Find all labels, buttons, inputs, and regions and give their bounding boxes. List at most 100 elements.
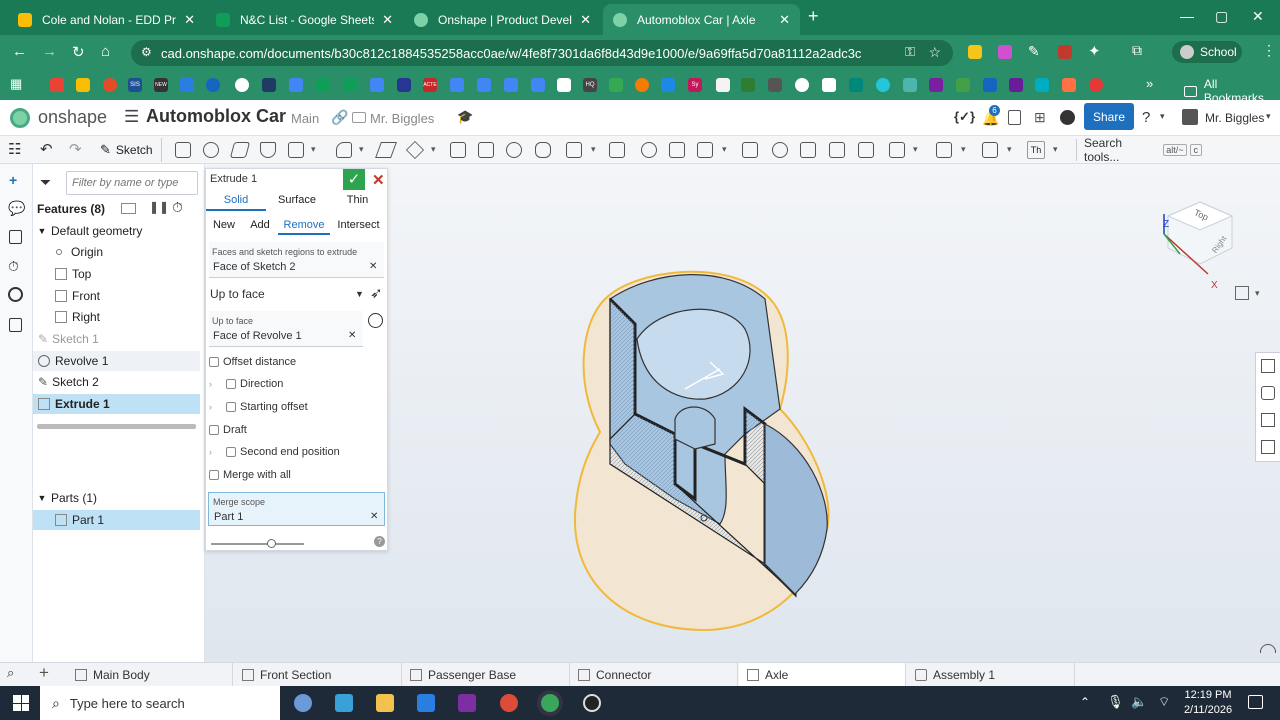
part-list-item[interactable]: Part 1 [33,510,200,530]
docs-icon[interactable] [370,78,384,92]
chevron-down-icon[interactable]: ▾ [1266,111,1271,122]
bookmark-icon[interactable] [1009,78,1023,92]
task-view-icon[interactable] [294,694,312,712]
site-info-icon[interactable]: ⚙ [141,45,152,59]
starting-offset-option[interactable]: › Starting offset [209,401,308,413]
branch-label[interactable]: Main [291,111,319,126]
folder-name[interactable]: Mr. Biggles [370,111,434,126]
notifications-icon[interactable] [1248,695,1263,709]
chevron-right-icon[interactable]: › [209,379,226,389]
tab-thin[interactable]: Thin [328,190,387,211]
chevron-down-icon[interactable]: ▼ [355,289,364,299]
tree-item-front[interactable]: Front [33,286,200,306]
bookmark-icon[interactable] [1062,78,1076,92]
clock-time[interactable]: 12:19 PM [1184,689,1232,701]
bookmark-icon[interactable] [716,78,730,92]
appearance-icon[interactable] [1261,359,1275,373]
document-icon[interactable] [9,230,22,244]
properties-icon[interactable] [1261,413,1275,427]
user-name[interactable]: Mr. Biggles [1205,111,1264,125]
extrude-icon[interactable] [175,142,191,158]
bookmark-icon[interactable] [741,78,755,92]
custom-feature-button[interactable]: Th [1027,141,1045,159]
chevron-down-icon[interactable]: ▼ [33,226,51,236]
tree-group-parts[interactable]: ▼ Parts (1) [33,488,200,508]
tab-search-icon[interactable]: ⧉ [1132,42,1142,59]
mate-connector-icon[interactable] [936,142,952,158]
chevron-right-icon[interactable]: › [209,402,226,412]
tab-part-studio[interactable]: Main Body [67,663,233,687]
parts-icon[interactable] [1261,386,1275,400]
filter-icon[interactable]: ⏷ [40,174,51,191]
loft-icon[interactable] [260,142,276,158]
chrome-icon[interactable] [500,694,518,712]
browser-tab[interactable]: Cole and Nolan - EDD Projects ✕ [8,4,205,35]
more-bookmarks-icon[interactable]: » [1146,76,1153,91]
sketch-button[interactable]: ✎ Sketch [96,138,162,162]
merge-with-all-option[interactable]: Merge with all [209,469,291,481]
drive-icon[interactable] [76,78,90,92]
faces-value[interactable]: Face of Sketch 2 [213,261,296,273]
app-icon[interactable] [335,694,353,712]
close-window-icon[interactable]: ✕ [1252,8,1264,25]
bookmark-icon[interactable] [1089,78,1103,92]
draft-icon[interactable] [405,140,425,160]
bookmark-icon[interactable] [983,78,997,92]
learning-center-icon[interactable]: 🎓 [457,109,473,125]
revolve-icon[interactable] [203,142,219,158]
browser-tab-active[interactable]: Automoblox Car | Axle ✕ [603,4,800,35]
close-icon[interactable]: ✕ [580,12,591,28]
sheets-icon[interactable] [343,78,357,92]
tab-part-studio[interactable]: Front Section [234,663,402,687]
stopwatch-icon[interactable]: ⏱ [172,199,183,216]
bookmark-icon[interactable] [609,78,623,92]
google-icon[interactable] [235,78,249,92]
slider-handle[interactable] [267,539,277,548]
reload-icon[interactable]: ↻ [72,43,85,61]
tree-item-top[interactable]: Top [33,264,200,284]
chevron-down-icon[interactable]: ▾ [722,144,727,155]
mirror-icon[interactable] [609,142,625,158]
checkbox[interactable] [209,357,219,367]
replace-face-icon[interactable] [858,142,874,158]
view-mode-icon[interactable] [1235,286,1249,300]
chevron-down-icon[interactable]: ▾ [913,144,918,155]
new-tab-button[interactable]: + [808,6,819,27]
checkbox[interactable] [209,470,219,480]
bookmark-icon[interactable] [849,78,863,92]
address-bar[interactable]: ⚙ cad.onshape.com/documents/b30c812c1884… [131,40,953,66]
second-end-option[interactable]: › Second end position [209,446,340,458]
menu-dots-icon[interactable]: ⋮ [1262,42,1276,59]
onshape-logo-icon[interactable] [10,108,30,128]
bookmark-icon[interactable] [397,78,411,92]
thicken-icon[interactable] [288,142,304,158]
tab-surface[interactable]: Surface [266,190,328,211]
help-icon[interactable]: ? [374,536,385,547]
bookmark-icon[interactable] [929,78,943,92]
close-icon[interactable]: ✕ [382,12,393,28]
sy-icon[interactable]: Sy [688,78,702,92]
bookmark-star-icon[interactable]: ☆ [928,44,941,61]
link-icon[interactable]: 🔗 [331,109,348,126]
hamburger-menu-icon[interactable]: ☰ [124,107,139,127]
minimize-icon[interactable]: — [1180,8,1194,24]
dialog-slider[interactable] [211,539,304,548]
rib-icon[interactable] [450,142,466,158]
tab-add[interactable]: Add [242,215,278,235]
tree-item-sketch-2[interactable]: ✎ Sketch 2 [33,372,200,392]
tree-item-right[interactable]: Right [33,307,200,327]
docs-icon[interactable] [477,78,491,92]
apps-grid-icon[interactable]: ▦ [10,76,22,92]
chevron-up-icon[interactable]: ⌃ [1080,695,1090,709]
clock-date[interactable]: 2/11/2026 [1180,704,1236,716]
checkbox[interactable] [226,402,236,412]
apps-icon[interactable] [1060,110,1075,125]
eyedropper-icon[interactable]: ✎ [1028,43,1040,60]
docs-icon[interactable] [289,78,303,92]
history-icon[interactable]: ⏱ [8,258,19,275]
tab-remove[interactable]: Remove [278,215,330,235]
view-cube[interactable]: Top Right Z X [1150,174,1250,291]
tab-assembly[interactable]: Assembly 1 [907,663,1075,687]
faces-field[interactable]: Faces and sketch regions to extrude Face… [209,242,384,278]
delete-part-icon[interactable] [742,142,758,158]
